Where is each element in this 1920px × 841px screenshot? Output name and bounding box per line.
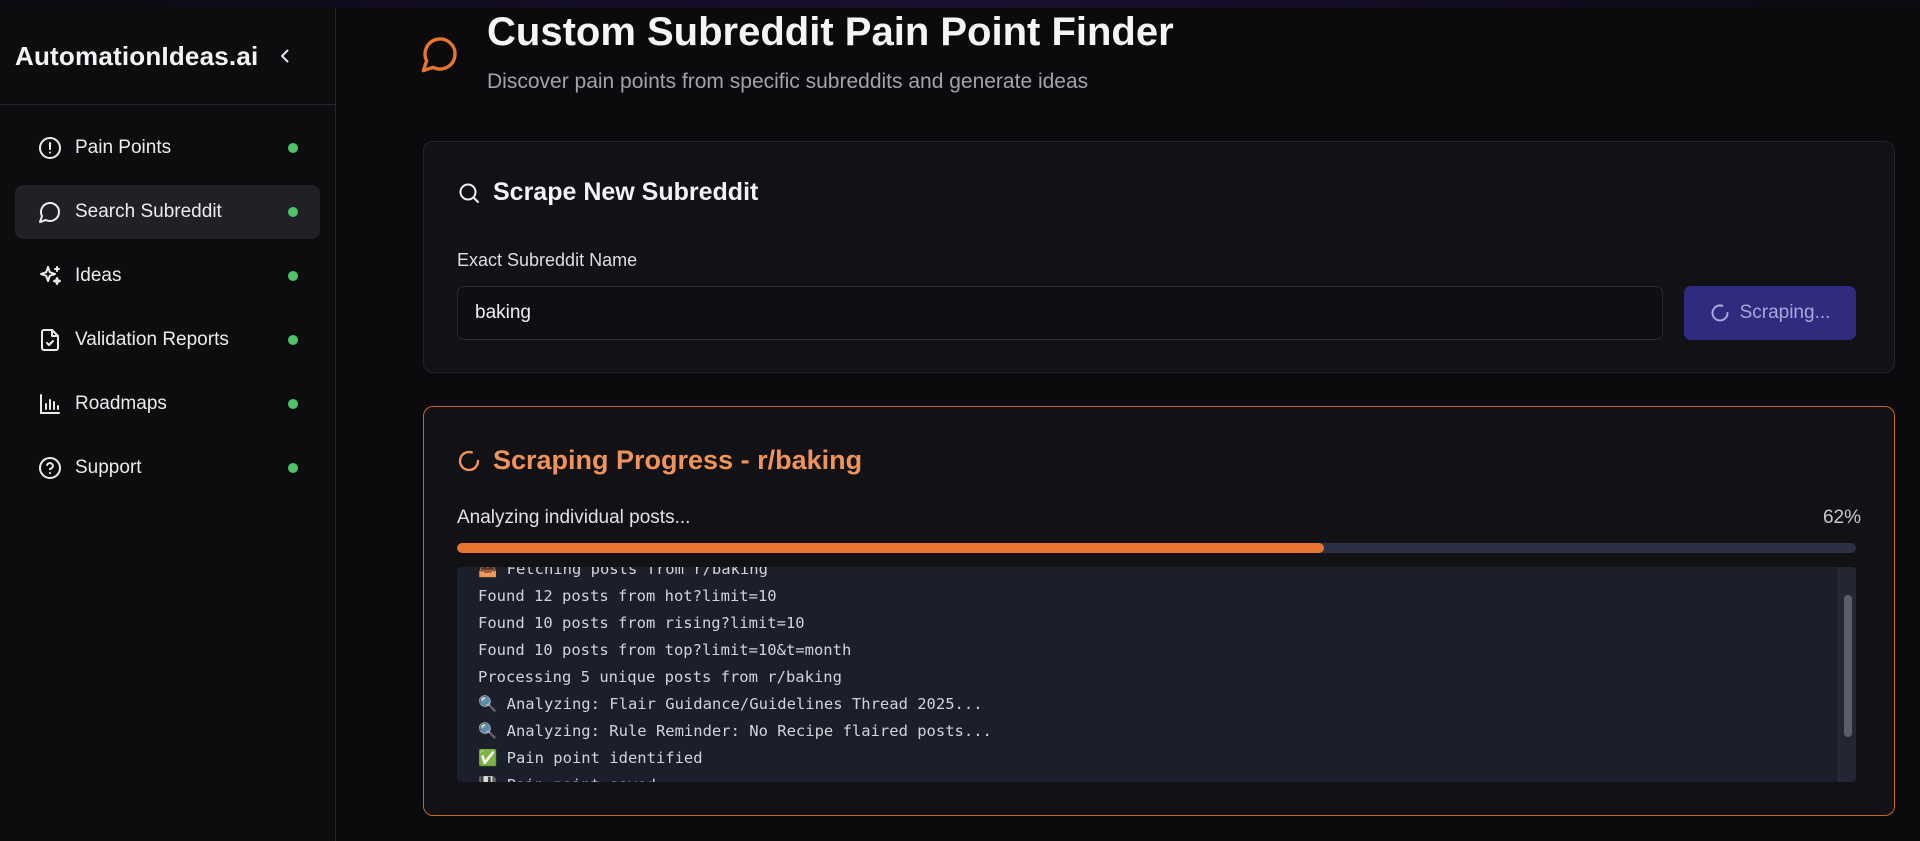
log-lines: 📥 Fetching posts from r/baking Found 12 … — [478, 567, 1826, 782]
progress-percent: 62% — [1822, 507, 1861, 528]
progress-status-text: Analyzing individual posts... — [457, 507, 691, 528]
alert-circle-icon — [37, 135, 63, 161]
search-icon — [459, 183, 479, 203]
log-line: 🔍 Analyzing: Rule Reminder: No Recipe fl… — [478, 722, 992, 740]
sidebar-item-label: Ideas — [75, 265, 122, 286]
sidebar-nav: Pain Points Search Subreddit Ideas Valid… — [0, 105, 335, 495]
sidebar-item-ideas[interactable]: Ideas — [15, 249, 320, 303]
sidebar-item-label: Pain Points — [75, 137, 172, 158]
subreddit-name-input[interactable] — [457, 286, 1663, 340]
chevron-left-icon — [281, 49, 289, 63]
progress-bar-fill — [457, 543, 1325, 553]
card-title: Scrape New Subreddit — [493, 178, 759, 206]
sidebar-item-support[interactable]: Support — [15, 441, 320, 495]
brand-row: AutomationIdeas.ai — [0, 8, 335, 105]
file-check-icon — [37, 327, 63, 353]
window-top-strip — [0, 0, 1920, 8]
help-circle-icon — [37, 455, 63, 481]
status-dot — [288, 271, 298, 281]
scrape-log[interactable]: 📥 Fetching posts from r/baking Found 12 … — [457, 567, 1856, 782]
status-dot — [288, 463, 298, 473]
sidebar-item-label: Search Subreddit — [75, 201, 222, 222]
log-scrollbar-thumb[interactable] — [1844, 595, 1852, 737]
sparkles-icon — [37, 263, 63, 289]
log-line: ✅ Pain point identified — [478, 749, 703, 767]
page-title: Custom Subreddit Pain Point Finder — [487, 10, 1174, 54]
subreddit-name-label: Exact Subreddit Name — [457, 250, 638, 270]
status-dot — [288, 399, 298, 409]
log-line: Found 12 posts from hot?limit=10 — [478, 587, 777, 605]
collapse-sidebar-button[interactable] — [274, 45, 296, 67]
card-title-row: Scrape New Subreddit — [457, 178, 758, 207]
sidebar-item-roadmaps[interactable]: Roadmaps — [15, 377, 320, 431]
brand-logo-text[interactable]: AutomationIdeas.ai — [15, 41, 258, 72]
sidebar-item-pain-points[interactable]: Pain Points — [15, 121, 320, 175]
scrape-new-subreddit-card: Scrape New Subreddit Exact Subreddit Nam… — [423, 141, 1895, 373]
log-line: Found 10 posts from top?limit=10&t=month — [478, 641, 852, 659]
sidebar-item-label: Validation Reports — [75, 329, 229, 350]
status-dot — [288, 335, 298, 345]
log-line: 💾 Pain point saved — [478, 772, 1826, 782]
scraping-progress-card: Scraping Progress - r/baking Analyzing i… — [423, 406, 1895, 816]
log-line: Processing 5 unique posts from r/baking — [478, 668, 842, 686]
log-scrollbar[interactable] — [1838, 567, 1856, 782]
loader-icon — [458, 450, 480, 471]
sidebar-item-label: Roadmaps — [75, 393, 167, 414]
log-line: Found 10 posts from rising?limit=10 — [478, 614, 805, 632]
log-line: 📥 Fetching posts from r/baking — [478, 567, 768, 578]
progress-title: Scraping Progress - r/baking — [493, 445, 863, 475]
message-circle-icon — [37, 199, 63, 225]
scrape-button[interactable]: Scraping... — [1684, 286, 1856, 340]
progress-bar — [457, 543, 1856, 553]
loader-icon — [1711, 304, 1729, 322]
status-dot — [288, 143, 298, 153]
sidebar-item-validation-reports[interactable]: Validation Reports — [15, 313, 320, 367]
progress-title-row: Scraping Progress - r/baking — [457, 445, 862, 476]
message-circle-icon — [421, 37, 457, 73]
status-dot — [288, 207, 298, 217]
sidebar: AutomationIdeas.ai Pain Points Search Su… — [0, 8, 336, 841]
bar-chart-icon — [37, 391, 63, 417]
scrape-button-label: Scraping... — [1739, 302, 1831, 323]
sidebar-item-label: Support — [75, 457, 142, 478]
page-subtitle: Discover pain points from specific subre… — [487, 70, 1089, 93]
log-line: 🔍 Analyzing: Flair Guidance/Guidelines T… — [478, 695, 983, 713]
main-content: Custom Subreddit Pain Point Finder Disco… — [380, 8, 1895, 841]
sidebar-item-search-subreddit[interactable]: Search Subreddit — [15, 185, 320, 239]
